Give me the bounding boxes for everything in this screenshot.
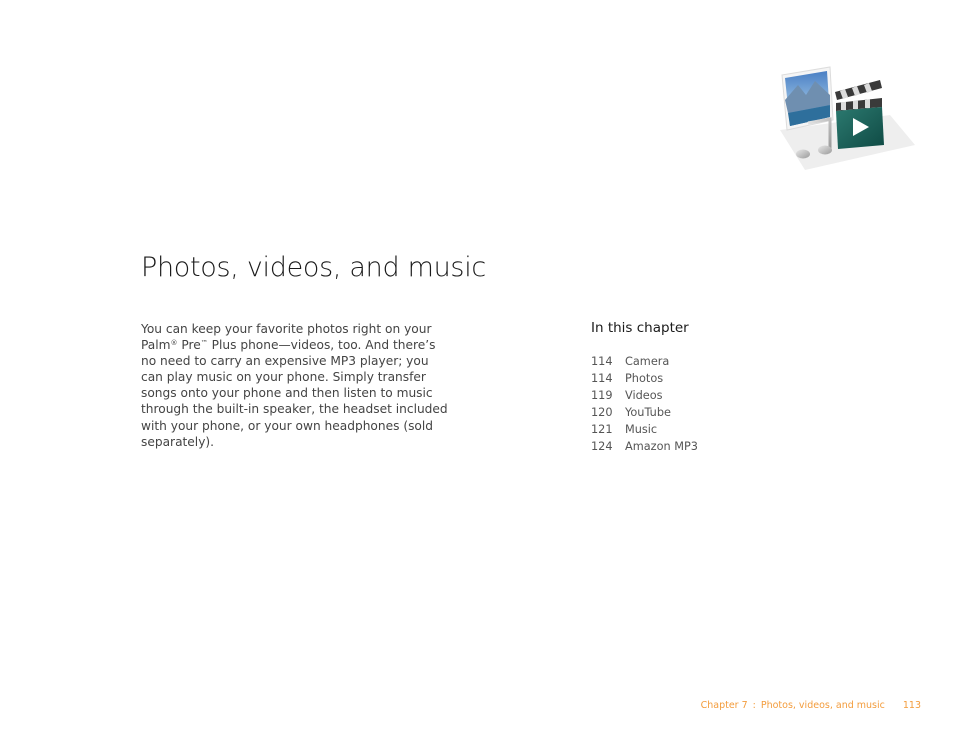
page-number: 113 [902, 700, 921, 711]
toc-label[interactable]: Videos [625, 387, 663, 404]
toc-item-photos[interactable]: 114 Photos [591, 370, 698, 387]
toc-heading: In this chapter [591, 320, 689, 336]
chapter-title: Photos, videos, and music [141, 252, 486, 283]
toc-page-number: 119 [591, 389, 613, 402]
footer-separator: : [752, 700, 756, 711]
toc-list: 114 Camera 114 Photos 119 Videos 120 YouTube… [591, 353, 698, 455]
footer-section-title: Photos, videos, and music [760, 700, 885, 711]
toc-label[interactable]: Music [625, 421, 657, 438]
in-this-chapter: In this chapter 114 Camera 114 Photos 119 V… [591, 320, 698, 455]
toc-item-youtube[interactable]: 120 YouTube [591, 404, 698, 421]
toc-item-music[interactable]: 121 Music [591, 421, 698, 438]
intro-text: Pre [177, 338, 201, 353]
toc-page-number: 120 [591, 406, 613, 419]
intro-text: Plus phone—videos, too. And there’s no n… [141, 338, 448, 449]
trademark-mark: ™ [200, 339, 208, 348]
registered-mark: ® [170, 339, 178, 348]
chapter-intro: You can keep your favorite photos right … [141, 321, 451, 450]
footer-chapter-label: Chapter 7 [700, 700, 748, 711]
photos-videos-music-illustration [740, 45, 930, 195]
toc-item-amazon-mp3[interactable]: 124 Amazon MP3 [591, 438, 698, 455]
toc-page-number: 114 [591, 372, 613, 385]
toc-page-number: 114 [591, 355, 613, 368]
toc-page-number: 124 [591, 440, 613, 453]
clapperboard-icon [835, 80, 884, 149]
media-icon [780, 66, 915, 170]
toc-page-number: 121 [591, 423, 613, 436]
toc-label[interactable]: Camera [625, 353, 669, 370]
toc-label[interactable]: Photos [625, 370, 663, 387]
toc-label[interactable]: YouTube [625, 404, 671, 421]
toc-item-camera[interactable]: 114 Camera [591, 353, 698, 370]
toc-item-videos[interactable]: 119 Videos [591, 387, 698, 404]
toc-label[interactable]: Amazon MP3 [625, 438, 698, 455]
page-footer: Chapter 7 : Photos, videos, and music 11… [701, 700, 921, 711]
